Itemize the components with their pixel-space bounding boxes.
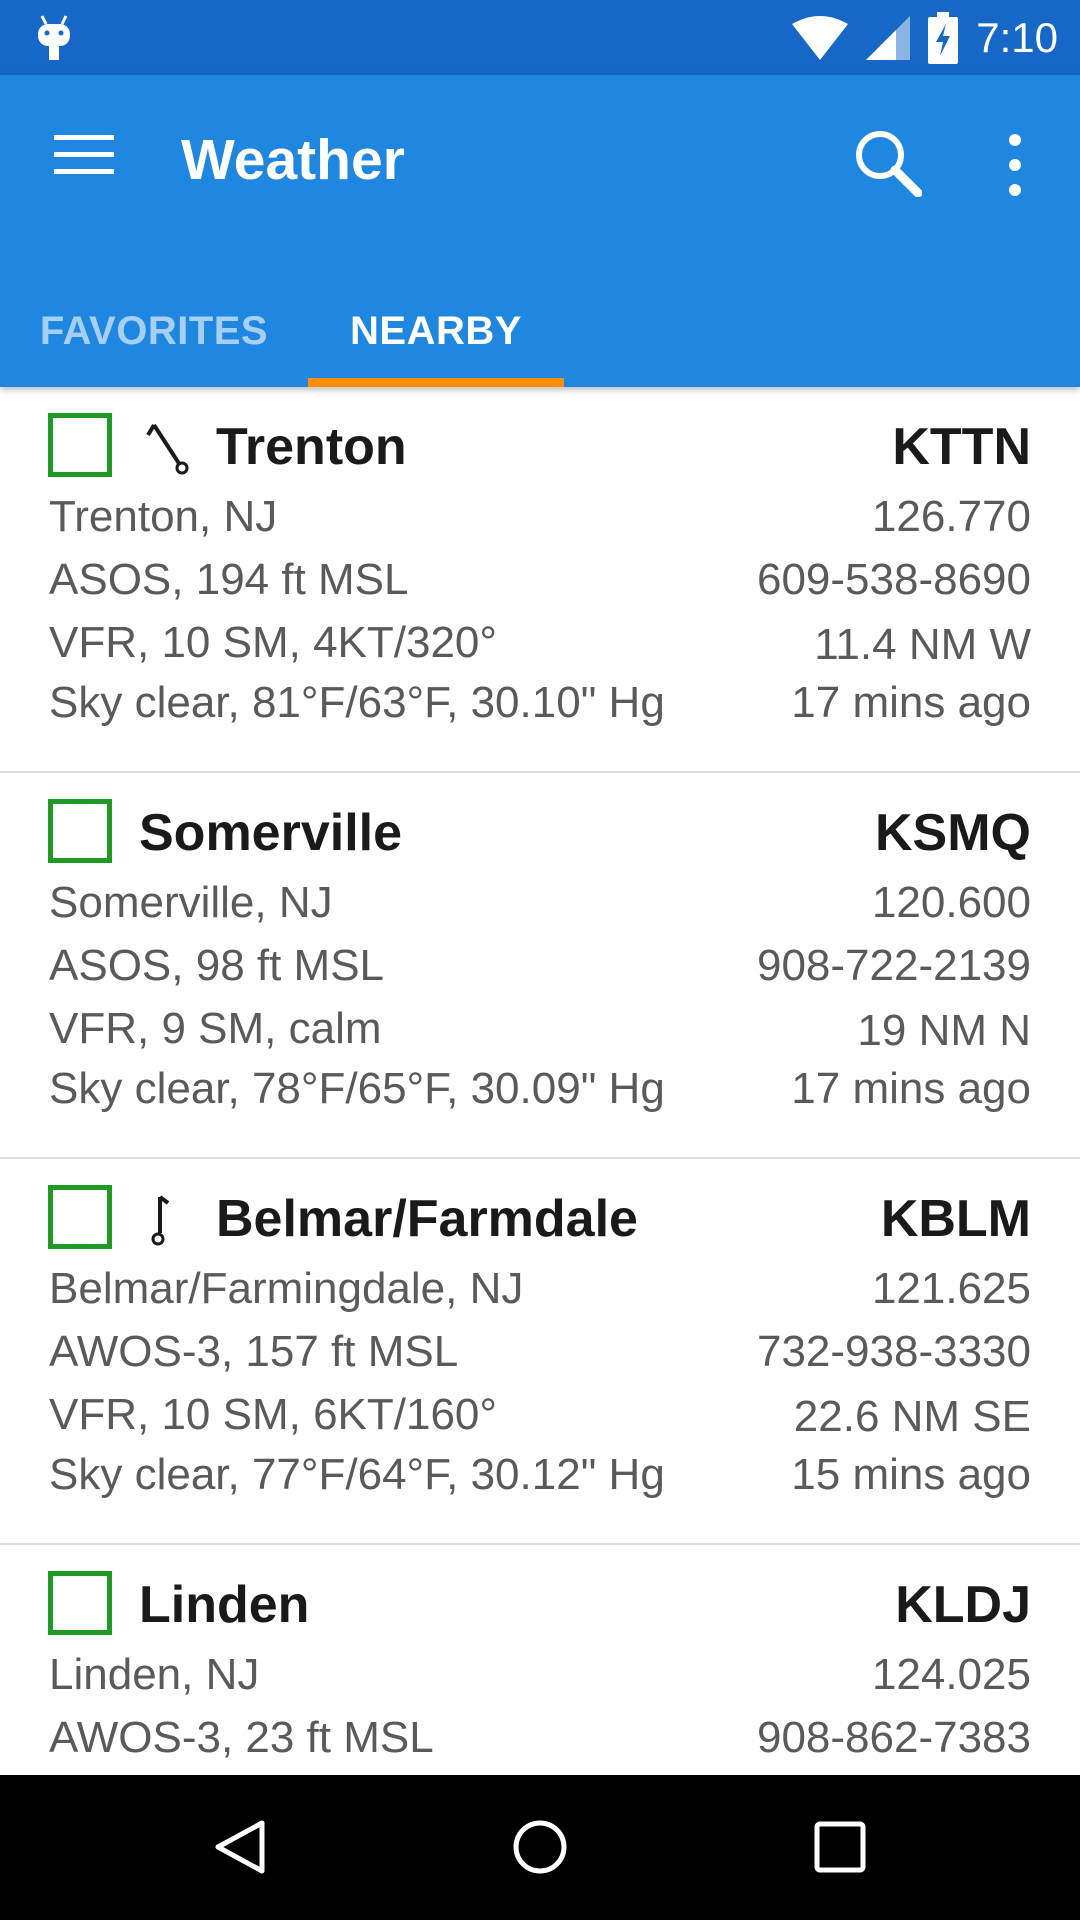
station-distance: 19 NM N bbox=[857, 1006, 1031, 1055]
hamburger-menu-icon[interactable] bbox=[54, 133, 114, 177]
back-icon[interactable] bbox=[210, 1817, 270, 1877]
tab-nearby[interactable]: NEARBY bbox=[308, 275, 564, 387]
clock: 7:10 bbox=[976, 13, 1058, 61]
station-code: KLDJ bbox=[895, 1576, 1031, 1634]
list-item[interactable]: Linden KLDJ Linden, NJ 124.025 AWOS-3, 2… bbox=[0, 1545, 1080, 1775]
station-conditions: VFR, 10 SM, 6KT/160° bbox=[49, 1390, 497, 1439]
recent-apps-icon[interactable] bbox=[812, 1819, 868, 1875]
station-type: AWOS-3, 157 ft MSL bbox=[49, 1327, 459, 1376]
android-debug-icon bbox=[38, 15, 70, 60]
station-distance: 11.4 NM W bbox=[814, 620, 1031, 669]
list-item[interactable]: Trenton KTTN Trenton, NJ 126.770 ASOS, 1… bbox=[0, 387, 1080, 773]
station-code: KTTN bbox=[892, 418, 1031, 476]
station-code: KBLM bbox=[880, 1190, 1031, 1248]
battery-charging-icon bbox=[928, 11, 959, 64]
station-location: Linden, NJ bbox=[49, 1650, 260, 1699]
station-location: Belmar/Farmingdale, NJ bbox=[49, 1264, 524, 1313]
station-age: 15 mins ago bbox=[791, 1450, 1031, 1499]
wind-barb-icon bbox=[146, 423, 189, 475]
station-phone[interactable]: 908-722-2139 bbox=[757, 941, 1031, 991]
station-location: Somerville, NJ bbox=[49, 878, 333, 927]
station-list[interactable]: Trenton KTTN Trenton, NJ 126.770 ASOS, 1… bbox=[0, 387, 1080, 1775]
station-conditions: VFR, 10 SM, 4KT/320° bbox=[49, 618, 497, 667]
station-name: Somerville bbox=[139, 804, 403, 862]
station-location: Trenton, NJ bbox=[49, 492, 278, 541]
station-type: ASOS, 98 ft MSL bbox=[49, 941, 385, 990]
station-name: Trenton bbox=[216, 418, 407, 476]
wind-barb-icon bbox=[151, 1195, 170, 1246]
home-icon[interactable] bbox=[510, 1817, 570, 1877]
station-age: 17 mins ago bbox=[791, 1064, 1031, 1113]
station-sky: Sky clear, 81°F/63°F, 30.10" Hg bbox=[49, 678, 665, 727]
station-sky: Sky clear, 77°F/64°F, 30.12" Hg bbox=[49, 1450, 665, 1499]
station-sky: Sky clear, 78°F/65°F, 30.09" Hg bbox=[49, 1064, 665, 1113]
station-type: AWOS-3, 23 ft MSL bbox=[49, 1713, 434, 1762]
status-bar: 7:10 bbox=[0, 0, 1080, 75]
favorite-checkbox[interactable] bbox=[48, 1185, 112, 1249]
station-phone[interactable]: 609-538-8690 bbox=[757, 555, 1031, 605]
search-icon[interactable] bbox=[852, 127, 922, 197]
station-phone[interactable]: 732-938-3330 bbox=[757, 1327, 1031, 1377]
page-title: Weather bbox=[181, 128, 405, 192]
favorite-checkbox[interactable] bbox=[48, 413, 112, 477]
station-type: ASOS, 194 ft MSL bbox=[49, 555, 409, 604]
station-name: Belmar/Farmdale bbox=[216, 1190, 638, 1248]
tab-bar: FAVORITES NEARBY bbox=[0, 275, 1080, 387]
favorite-checkbox[interactable] bbox=[48, 1571, 112, 1635]
wifi-icon bbox=[792, 15, 849, 60]
list-item[interactable]: Somerville KSMQ Somerville, NJ 120.600 A… bbox=[0, 773, 1080, 1159]
station-age: 17 mins ago bbox=[791, 678, 1031, 727]
station-distance: 22.6 NM SE bbox=[793, 1392, 1031, 1441]
station-name: Linden bbox=[139, 1576, 310, 1634]
system-nav-bar bbox=[0, 1775, 1080, 1920]
tab-favorites[interactable]: FAVORITES bbox=[0, 275, 308, 387]
cell-signal-icon bbox=[866, 15, 911, 60]
station-frequency: 126.770 bbox=[871, 492, 1031, 541]
station-conditions: VFR, 9 SM, calm bbox=[49, 1004, 382, 1053]
overflow-menu-icon[interactable] bbox=[997, 130, 1033, 200]
station-frequency: 121.625 bbox=[871, 1264, 1031, 1313]
favorite-checkbox[interactable] bbox=[48, 799, 112, 863]
station-code: KSMQ bbox=[875, 804, 1031, 862]
tab-indicator bbox=[308, 378, 564, 387]
list-item[interactable]: Belmar/Farmdale KBLM Belmar/Farmingdale,… bbox=[0, 1159, 1080, 1545]
app-bar: Weather FAVORITES NEARBY bbox=[0, 75, 1080, 387]
station-frequency: 120.600 bbox=[871, 878, 1031, 927]
station-phone[interactable]: 908-862-7383 bbox=[757, 1713, 1031, 1763]
station-frequency: 124.025 bbox=[871, 1650, 1031, 1699]
